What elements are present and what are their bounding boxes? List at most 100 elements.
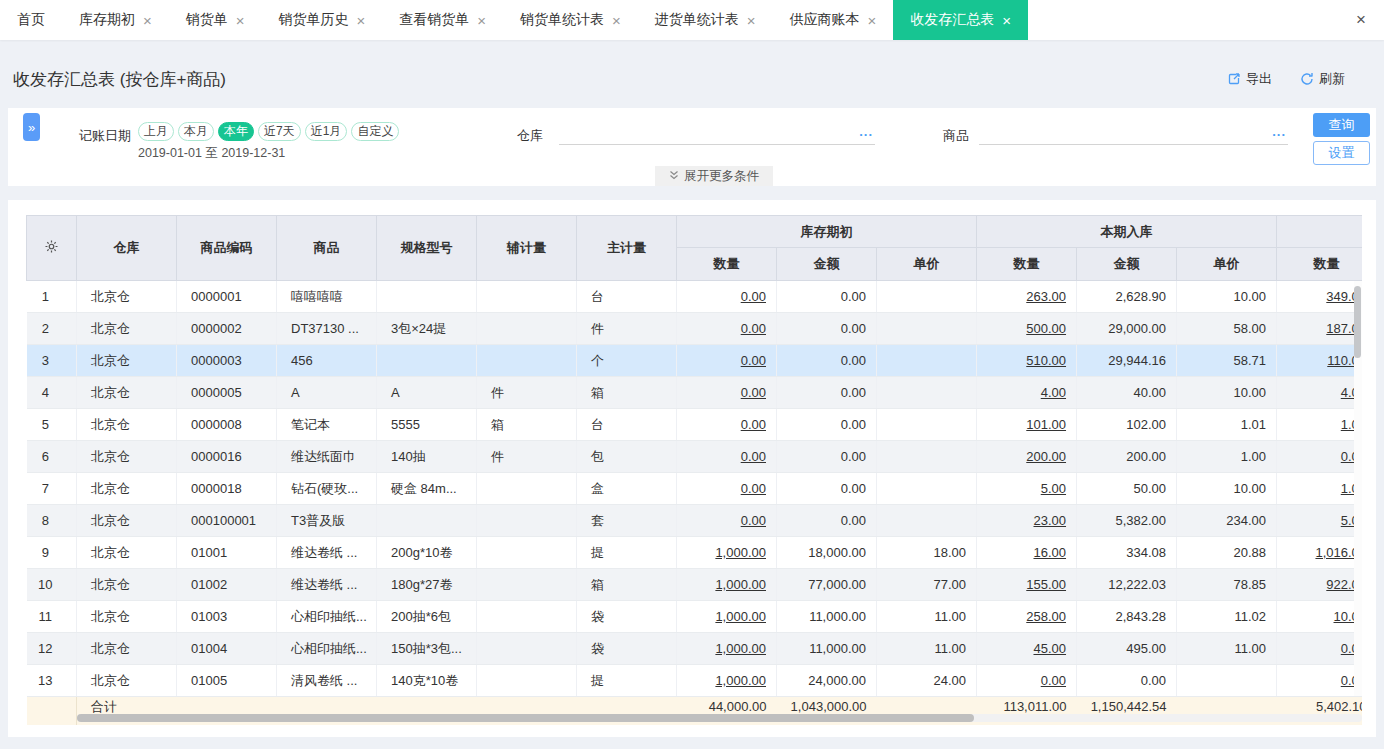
- tab-close-icon[interactable]: ×: [868, 12, 877, 29]
- tab-close-icon[interactable]: ×: [143, 12, 152, 29]
- qty-link[interactable]: 0.00: [741, 449, 766, 464]
- row-number: 8: [27, 505, 77, 537]
- table-row[interactable]: 7北京仓0000018钻石(硬玫...硬盒 84m...盒0.000.005.0…: [27, 473, 1363, 505]
- cell-opening-price: 77.00: [877, 569, 977, 601]
- cell-opening-price: 24.00: [877, 665, 977, 697]
- tab-首页[interactable]: 首页: [0, 0, 62, 40]
- vertical-scrollbar[interactable]: [1354, 281, 1362, 696]
- product-label: 商品: [943, 127, 969, 145]
- tab-close-icon[interactable]: ×: [477, 12, 486, 29]
- cell-in-price: 1.01: [1177, 409, 1277, 441]
- cell-warehouse: 北京仓: [77, 505, 177, 537]
- qty-link[interactable]: 1,000.00: [715, 577, 766, 592]
- tab-close-icon[interactable]: ×: [747, 12, 756, 29]
- table-row[interactable]: 11北京仓01003心相印抽纸...200抽*6包袋1,000.0011,000…: [27, 601, 1363, 633]
- product-input[interactable]: ...: [979, 119, 1288, 145]
- settings-button[interactable]: 设置: [1313, 141, 1370, 165]
- table-row[interactable]: 8北京仓000100001T3普及版套0.000.0023.005,382.00…: [27, 505, 1363, 537]
- qty-link[interactable]: 258.00: [1026, 609, 1066, 624]
- qty-link[interactable]: 1,000.00: [715, 673, 766, 688]
- table-row[interactable]: 9北京仓01001维达卷纸 ...200g*10卷提1,000.0018,000…: [27, 537, 1363, 569]
- cell-in-qty: 200.00: [977, 441, 1077, 473]
- table-row[interactable]: 4北京仓0000005AA件箱0.000.004.0040.0010.004.0…: [27, 377, 1363, 409]
- qty-link[interactable]: 16.00: [1033, 545, 1066, 560]
- collapse-panel-button[interactable]: »: [23, 113, 40, 141]
- tab-进货单统计表[interactable]: 进货单统计表×: [638, 0, 773, 40]
- qty-link[interactable]: 0.00: [741, 417, 766, 432]
- cell-main-unit: 台: [577, 281, 677, 313]
- qty-link[interactable]: 0.00: [741, 321, 766, 336]
- warehouse-input[interactable]: ...: [559, 119, 875, 145]
- date-preset-自定义[interactable]: 自定义: [351, 122, 399, 141]
- tab-供应商账本[interactable]: 供应商账本×: [773, 0, 894, 40]
- cell-main-unit: 箱: [577, 569, 677, 601]
- qty-link[interactable]: 500.00: [1026, 321, 1066, 336]
- vertical-scrollbar-thumb[interactable]: [1354, 286, 1361, 358]
- date-preset-上月[interactable]: 上月: [138, 122, 174, 141]
- export-button[interactable]: 导出: [1227, 70, 1272, 88]
- qty-link[interactable]: 510.00: [1026, 353, 1066, 368]
- qty-link[interactable]: 101.00: [1026, 417, 1066, 432]
- table-row[interactable]: 5北京仓0000008笔记本5555箱台0.000.00101.00102.00…: [27, 409, 1363, 441]
- row-number: 12: [27, 633, 77, 665]
- close-all-button[interactable]: ×: [1338, 0, 1384, 40]
- warehouse-picker-icon[interactable]: ...: [859, 124, 873, 139]
- qty-link[interactable]: 0.00: [1041, 673, 1066, 688]
- cell-in-qty: 4.00: [977, 377, 1077, 409]
- qty-link[interactable]: 5.00: [1041, 481, 1066, 496]
- qty-link[interactable]: 155.00: [1026, 577, 1066, 592]
- qty-link[interactable]: 1,000.00: [715, 545, 766, 560]
- tab-label: 收发存汇总表: [910, 11, 994, 29]
- export-icon: [1227, 72, 1241, 86]
- tab-库存期初[interactable]: 库存期初×: [62, 0, 169, 40]
- tab-收发存汇总表[interactable]: 收发存汇总表 ×: [893, 0, 1028, 40]
- tab-销货单统计表[interactable]: 销货单统计表×: [503, 0, 638, 40]
- qty-link[interactable]: 0.00: [741, 289, 766, 304]
- cell-in-price: 78.85: [1177, 569, 1277, 601]
- qty-link[interactable]: 4.00: [1041, 385, 1066, 400]
- table-row[interactable]: 3北京仓0000003456个0.000.00510.0029,944.1658…: [27, 345, 1363, 377]
- qty-link[interactable]: 200.00: [1026, 449, 1066, 464]
- qty-link[interactable]: 45.00: [1033, 641, 1066, 656]
- date-preset-本年[interactable]: 本年: [218, 122, 254, 141]
- tab-查看销货单[interactable]: 查看销货单×: [382, 0, 503, 40]
- column-settings-gear-icon[interactable]: [27, 216, 77, 281]
- refresh-button[interactable]: 刷新: [1300, 70, 1345, 88]
- horizontal-scrollbar-thumb[interactable]: [77, 714, 974, 722]
- qty-link[interactable]: 23.00: [1033, 513, 1066, 528]
- table-row[interactable]: 13北京仓01005清风卷纸 ...140克*10卷提1,000.0024,00…: [27, 665, 1363, 697]
- tab-销货单历史[interactable]: 销货单历史×: [262, 0, 383, 40]
- qty-link[interactable]: 0.00: [741, 385, 766, 400]
- cell-main-unit: 件: [577, 313, 677, 345]
- date-preset-近1月[interactable]: 近1月: [305, 122, 348, 141]
- horizontal-scrollbar[interactable]: [77, 714, 1362, 722]
- product-picker-icon[interactable]: ...: [1272, 124, 1286, 139]
- query-button[interactable]: 查询: [1313, 113, 1370, 137]
- qty-link[interactable]: 0.00: [741, 481, 766, 496]
- cell-aux-unit: [477, 537, 577, 569]
- cell-aux-unit: [477, 281, 577, 313]
- date-preset-本月[interactable]: 本月: [178, 122, 214, 141]
- qty-link[interactable]: 1,000.00: [715, 641, 766, 656]
- qty-link[interactable]: 263.00: [1026, 289, 1066, 304]
- date-range-text[interactable]: 2019-01-01 至 2019-12-31: [138, 145, 285, 162]
- date-preset-近7天[interactable]: 近7天: [258, 122, 301, 141]
- expand-more-button[interactable]: 展开更多条件: [655, 166, 773, 186]
- tab-close-icon[interactable]: ×: [357, 12, 366, 29]
- tab-close-icon[interactable]: ×: [1002, 12, 1011, 29]
- cell-aux-unit: 箱: [477, 409, 577, 441]
- cell-in-amount: 29,000.00: [1077, 313, 1177, 345]
- qty-link[interactable]: 0.00: [741, 353, 766, 368]
- table-row[interactable]: 10北京仓01002维达卷纸 ...180g*27卷箱1,000.0077,00…: [27, 569, 1363, 601]
- qty-link[interactable]: 1,000.00: [715, 609, 766, 624]
- tab-销货单[interactable]: 销货单×: [169, 0, 262, 40]
- row-number: 11: [27, 601, 77, 633]
- tab-close-icon[interactable]: ×: [612, 12, 621, 29]
- table-row[interactable]: 12北京仓01004心相印抽纸...150抽*3包...袋1,000.0011,…: [27, 633, 1363, 665]
- tab-close-icon[interactable]: ×: [236, 12, 245, 29]
- refresh-label: 刷新: [1319, 70, 1345, 88]
- table-row[interactable]: 1北京仓0000001嘻嘻嘻嘻台0.000.00263.002,628.9010…: [27, 281, 1363, 313]
- table-row[interactable]: 2北京仓0000002DT37130 ...3包×24提件0.000.00500…: [27, 313, 1363, 345]
- table-row[interactable]: 6北京仓0000016维达纸面巾140抽件包0.000.00200.00200.…: [27, 441, 1363, 473]
- qty-link[interactable]: 0.00: [741, 513, 766, 528]
